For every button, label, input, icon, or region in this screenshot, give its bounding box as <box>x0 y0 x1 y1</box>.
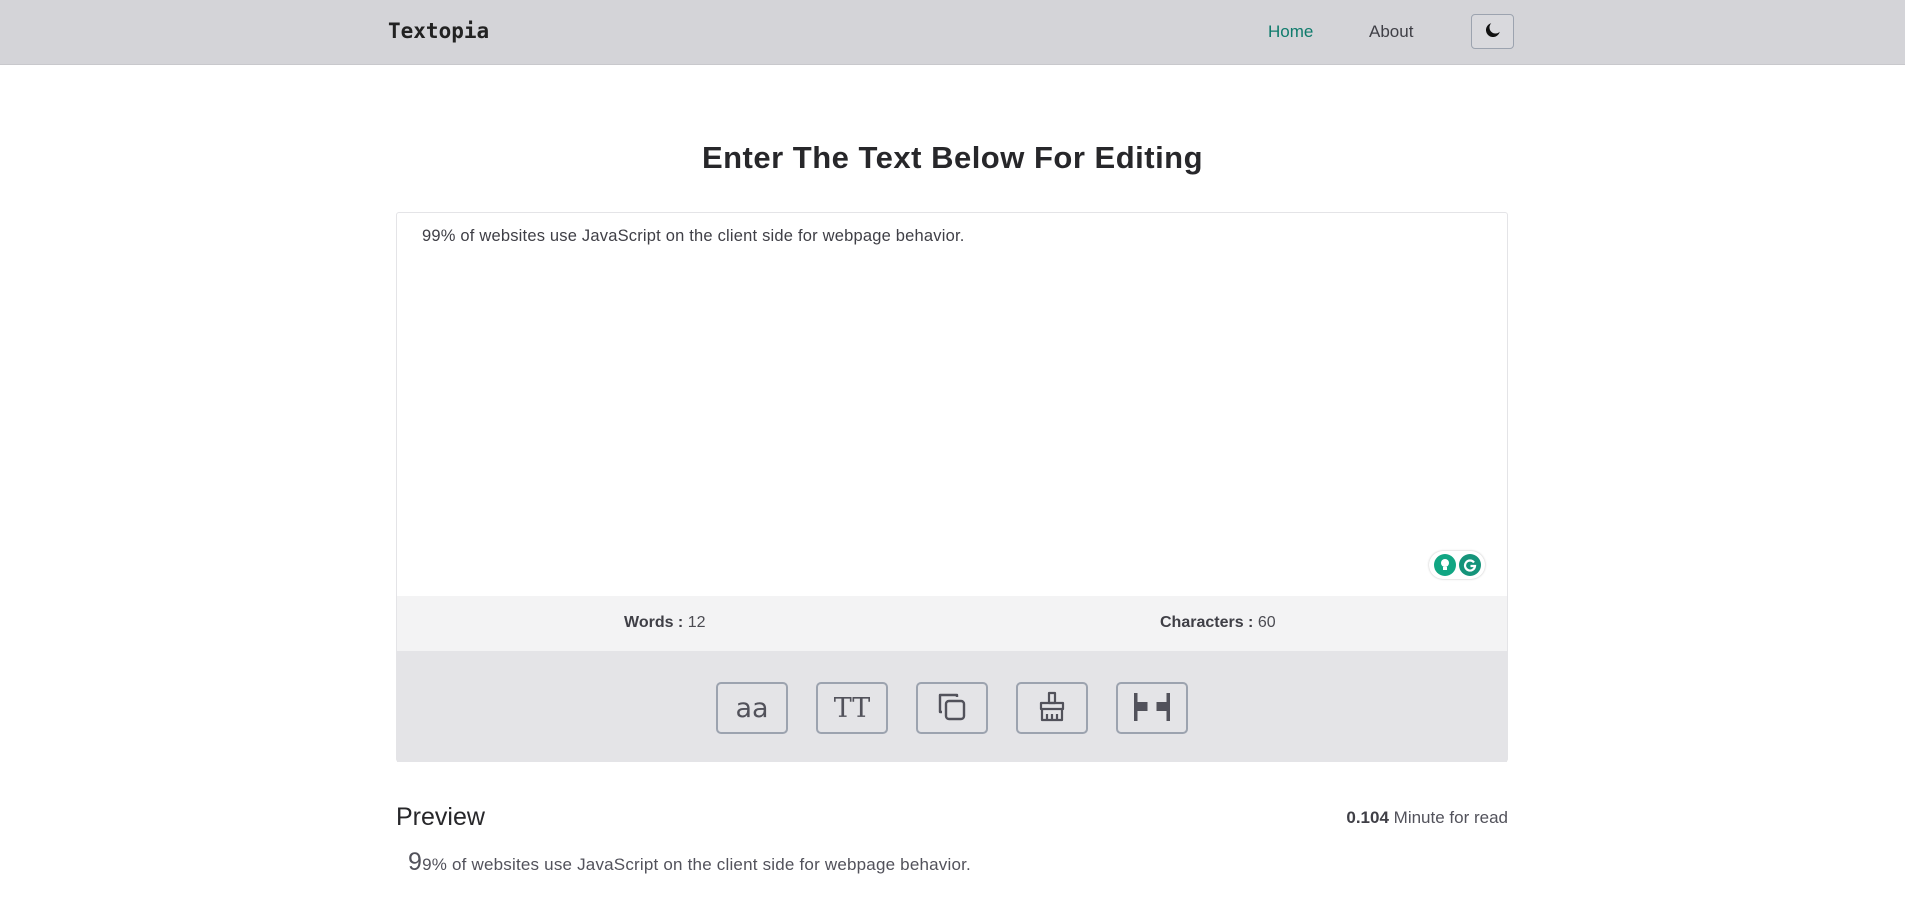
character-count-label: Characters : <box>1160 614 1254 631</box>
read-time: 0.104 Minute for read <box>1346 808 1508 828</box>
editor-card: 99% of websites use JavaScript on the cl… <box>396 212 1508 762</box>
grammarly-widget[interactable] <box>1429 551 1485 579</box>
remove-spaces-button[interactable] <box>1116 682 1188 734</box>
preview-first-letter: 9 <box>408 848 423 876</box>
copy-button[interactable] <box>916 682 988 734</box>
nav-about-link[interactable]: About <box>1369 22 1413 42</box>
preview-text: 99% of websites use JavaScript on the cl… <box>408 848 971 877</box>
uppercase-button[interactable]: TT <box>816 682 888 734</box>
preview-heading: Preview <box>396 803 485 831</box>
clear-button[interactable] <box>1016 682 1088 734</box>
character-count: Characters : 60 <box>1160 614 1276 632</box>
moon-icon <box>1485 23 1500 40</box>
word-count: Words : 12 <box>624 614 706 632</box>
word-count-value: 12 <box>687 614 706 631</box>
navbar: Textopia Home About <box>0 0 1905 65</box>
text-input[interactable]: 99% of websites use JavaScript on the cl… <box>397 213 1507 596</box>
lightbulb-icon <box>1433 554 1456 576</box>
grammarly-icon <box>1458 554 1481 576</box>
stats-bar: Words : 12 Characters : 60 <box>397 596 1507 651</box>
lowercase-button[interactable]: aa <box>716 682 788 734</box>
copy-icon <box>934 689 970 728</box>
broom-icon <box>1035 690 1069 727</box>
page-heading: Enter The Text Below For Editing <box>701 140 1204 175</box>
remove-spaces-icon <box>1132 690 1172 727</box>
action-toolbar: aa TT <box>397 651 1507 762</box>
character-count-value: 60 <box>1257 614 1276 631</box>
brand-logo[interactable]: Textopia <box>388 19 489 43</box>
word-count-label: Words : <box>624 614 684 631</box>
read-time-label: Minute for read <box>1393 808 1508 827</box>
preview-text-body: 9% of websites use JavaScript on the cli… <box>422 855 971 874</box>
theme-toggle-button[interactable] <box>1471 14 1514 49</box>
nav-home-link[interactable]: Home <box>1268 22 1313 42</box>
read-time-value: 0.104 <box>1346 808 1389 827</box>
